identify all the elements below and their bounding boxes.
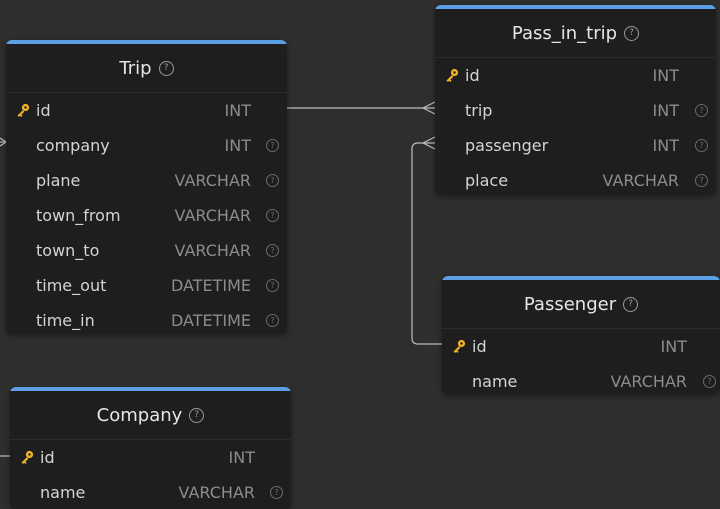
info-circle-icon[interactable]: ? <box>266 314 279 327</box>
field-type: INT <box>224 101 251 120</box>
info-circle-icon[interactable]: ? <box>266 174 279 187</box>
table-header[interactable]: Trip ? <box>6 44 287 93</box>
info-circle-icon[interactable]: ? <box>266 279 279 292</box>
info-circle-icon[interactable]: ? <box>270 486 283 499</box>
help-circle-icon[interactable]: ? <box>623 296 639 312</box>
field-name: name <box>40 483 86 502</box>
info-circle-icon[interactable]: ? <box>266 139 279 152</box>
table-header[interactable]: Passenger ? <box>442 280 720 329</box>
table-title: Passenger <box>523 293 617 315</box>
table-title: Pass_in_trip <box>511 22 618 44</box>
field-type: VARCHAR <box>178 483 255 502</box>
field-name: place <box>465 171 509 190</box>
field-name: id <box>472 337 487 356</box>
key-icon <box>17 103 30 117</box>
field-type: DATETIME <box>170 311 251 330</box>
field-type: INT <box>652 101 679 120</box>
field-type: VARCHAR <box>174 241 251 260</box>
table-pass-in-trip[interactable]: Pass_in_trip ? id INT trip INT ? passeng… <box>435 5 716 195</box>
field-type: INT <box>660 337 687 356</box>
info-circle-icon[interactable]: ? <box>266 244 279 257</box>
field-type: VARCHAR <box>174 206 251 225</box>
info-circle-icon[interactable]: ? <box>266 209 279 222</box>
field-row-town-from[interactable]: town_from VARCHAR ? <box>6 198 287 233</box>
field-row-plane[interactable]: plane VARCHAR ? <box>6 163 287 198</box>
field-row-id[interactable]: id INT <box>435 58 716 93</box>
field-name: town_from <box>36 206 121 225</box>
field-row-id[interactable]: id INT <box>6 93 287 128</box>
field-name: town_to <box>36 241 100 260</box>
help-circle-icon[interactable]: ? <box>189 407 205 423</box>
table-header[interactable]: Pass_in_trip ? <box>435 9 716 58</box>
field-row-town-to[interactable]: town_to VARCHAR ? <box>6 233 287 268</box>
field-type: INT <box>228 448 255 467</box>
field-row-name[interactable]: name VARCHAR ? <box>10 475 291 509</box>
table-trip[interactable]: Trip ? id INT company INT ? plane VARCHA… <box>6 40 287 334</box>
field-name: plane <box>36 171 81 190</box>
field-row-time-in[interactable]: time_in DATETIME ? <box>6 303 287 334</box>
field-type: VARCHAR <box>602 171 679 190</box>
table-header[interactable]: Company ? <box>10 391 291 440</box>
field-row-company[interactable]: company INT ? <box>6 128 287 163</box>
table-company[interactable]: Company ? id INT name VARCHAR ? <box>10 387 291 509</box>
diagram-canvas[interactable]: Trip ? id INT company INT ? plane VARCHA… <box>0 0 720 509</box>
table-title: Company <box>96 404 183 426</box>
field-name: trip <box>465 101 493 120</box>
field-name: id <box>40 448 55 467</box>
field-type: VARCHAR <box>610 372 687 391</box>
field-name: id <box>465 66 480 85</box>
info-circle-icon[interactable]: ? <box>703 375 716 388</box>
field-type: INT <box>224 136 251 155</box>
help-circle-icon[interactable]: ? <box>624 25 640 41</box>
field-name: name <box>472 372 518 391</box>
key-icon <box>446 68 459 82</box>
field-name: company <box>36 136 110 155</box>
table-title: Trip <box>119 57 152 79</box>
key-icon <box>21 450 34 464</box>
field-name: id <box>36 101 51 120</box>
field-type: INT <box>652 136 679 155</box>
relation-trip-to-pass-in-trip[interactable] <box>287 101 436 115</box>
field-type: INT <box>652 66 679 85</box>
field-row-id[interactable]: id INT <box>442 329 720 364</box>
field-row-place[interactable]: place VARCHAR ? <box>435 163 716 195</box>
field-type: VARCHAR <box>174 171 251 190</box>
info-circle-icon[interactable]: ? <box>695 174 708 187</box>
help-circle-icon[interactable]: ? <box>158 60 174 76</box>
field-name: time_in <box>36 311 95 330</box>
field-row-passenger[interactable]: passenger INT ? <box>435 128 716 163</box>
field-name: passenger <box>465 136 549 155</box>
key-icon <box>453 339 466 353</box>
info-circle-icon[interactable]: ? <box>695 139 708 152</box>
field-row-id[interactable]: id INT <box>10 440 291 475</box>
field-row-time-out[interactable]: time_out DATETIME ? <box>6 268 287 303</box>
field-row-name[interactable]: name VARCHAR ? <box>442 364 720 394</box>
field-row-trip[interactable]: trip INT ? <box>435 93 716 128</box>
field-name: time_out <box>36 276 107 295</box>
table-passenger[interactable]: Passenger ? id INT name VARCHAR ? <box>442 276 720 394</box>
field-type: DATETIME <box>170 276 251 295</box>
info-circle-icon[interactable]: ? <box>695 104 708 117</box>
